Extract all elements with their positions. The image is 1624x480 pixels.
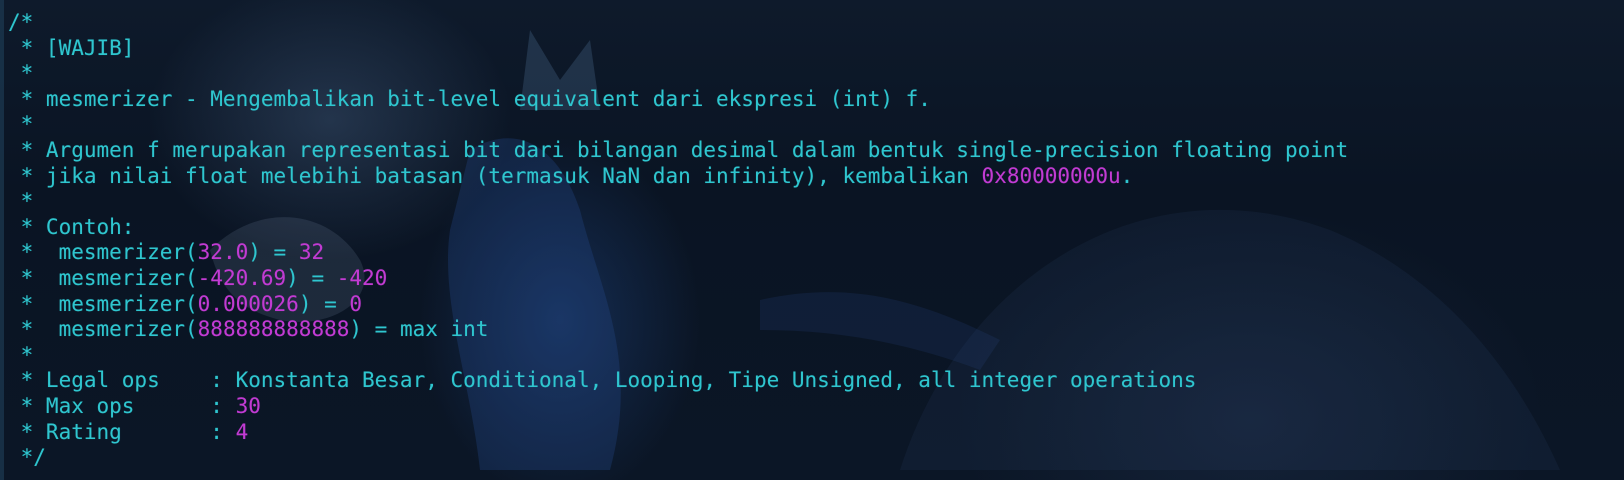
max-ops-line: * Max ops : 30: [8, 394, 1348, 420]
example-heading: * Contoh:: [8, 214, 135, 239]
editor-gutter: [0, 0, 4, 480]
comment-blank-line: *: [8, 189, 34, 214]
example-argument: 0.000026: [197, 291, 299, 316]
comment-open: /*: [8, 10, 34, 34]
example-result: 0: [349, 291, 363, 316]
description-end: .: [1120, 163, 1134, 188]
comment-description-line: * Argumen f merupakan representasi bit d…: [8, 137, 1349, 162]
example-equals: ) =: [298, 291, 350, 316]
example-argument: 888888888888: [197, 317, 350, 342]
example-call: * mesmerizer(: [8, 317, 198, 342]
example-line: * mesmerizer(-420.69) = -420: [8, 266, 1348, 292]
max-ops-label: * Max ops :: [8, 393, 236, 418]
rating-line: * Rating : 4: [8, 420, 1348, 446]
return-value-literal: 0x80000000u: [981, 163, 1121, 188]
rating-label: * Rating :: [8, 419, 236, 444]
legal-ops-line: * Legal ops : Konstanta Besar, Condition…: [8, 368, 1197, 393]
example-call: * mesmerizer(: [8, 240, 198, 265]
example-line: * mesmerizer(888888888888) = max int: [8, 317, 1348, 343]
example-line: * mesmerizer(0.000026) = 0: [8, 292, 1348, 318]
editor-screen: /* * [WAJIB] * * mesmerizer - Mengembali…: [0, 0, 1624, 480]
comment-summary-line: * mesmerizer - Mengembalikan bit-level e…: [8, 86, 931, 111]
example-call: * mesmerizer(: [8, 291, 198, 316]
example-equals: ) =: [248, 240, 299, 265]
example-equals: ) =: [349, 317, 400, 342]
example-argument: 32.0: [197, 240, 249, 265]
comment-tag-line: * [WAJIB]: [8, 35, 135, 60]
comment-blank-line: *: [8, 112, 34, 137]
comment-description-line-2: * jika nilai float melebihi batasan (ter…: [8, 164, 1348, 190]
max-ops-value: 30: [235, 393, 261, 418]
example-result: 32: [298, 240, 325, 265]
example-result: max int: [399, 317, 489, 342]
example-line: * mesmerizer(32.0) = 32: [8, 240, 1348, 266]
comment-close: */: [8, 445, 46, 470]
comment-blank-line: *: [8, 61, 34, 86]
code-comment-block[interactable]: /* * [WAJIB] * * mesmerizer - Mengembali…: [8, 10, 1348, 471]
description-text: * jika nilai float melebihi batasan (ter…: [8, 163, 982, 188]
example-equals: ) =: [286, 265, 337, 290]
example-argument: -420.69: [197, 265, 287, 290]
rating-value: 4: [235, 419, 249, 444]
example-call: * mesmerizer(: [8, 265, 198, 290]
example-result: -420: [336, 265, 388, 290]
comment-blank-line: *: [8, 342, 34, 367]
